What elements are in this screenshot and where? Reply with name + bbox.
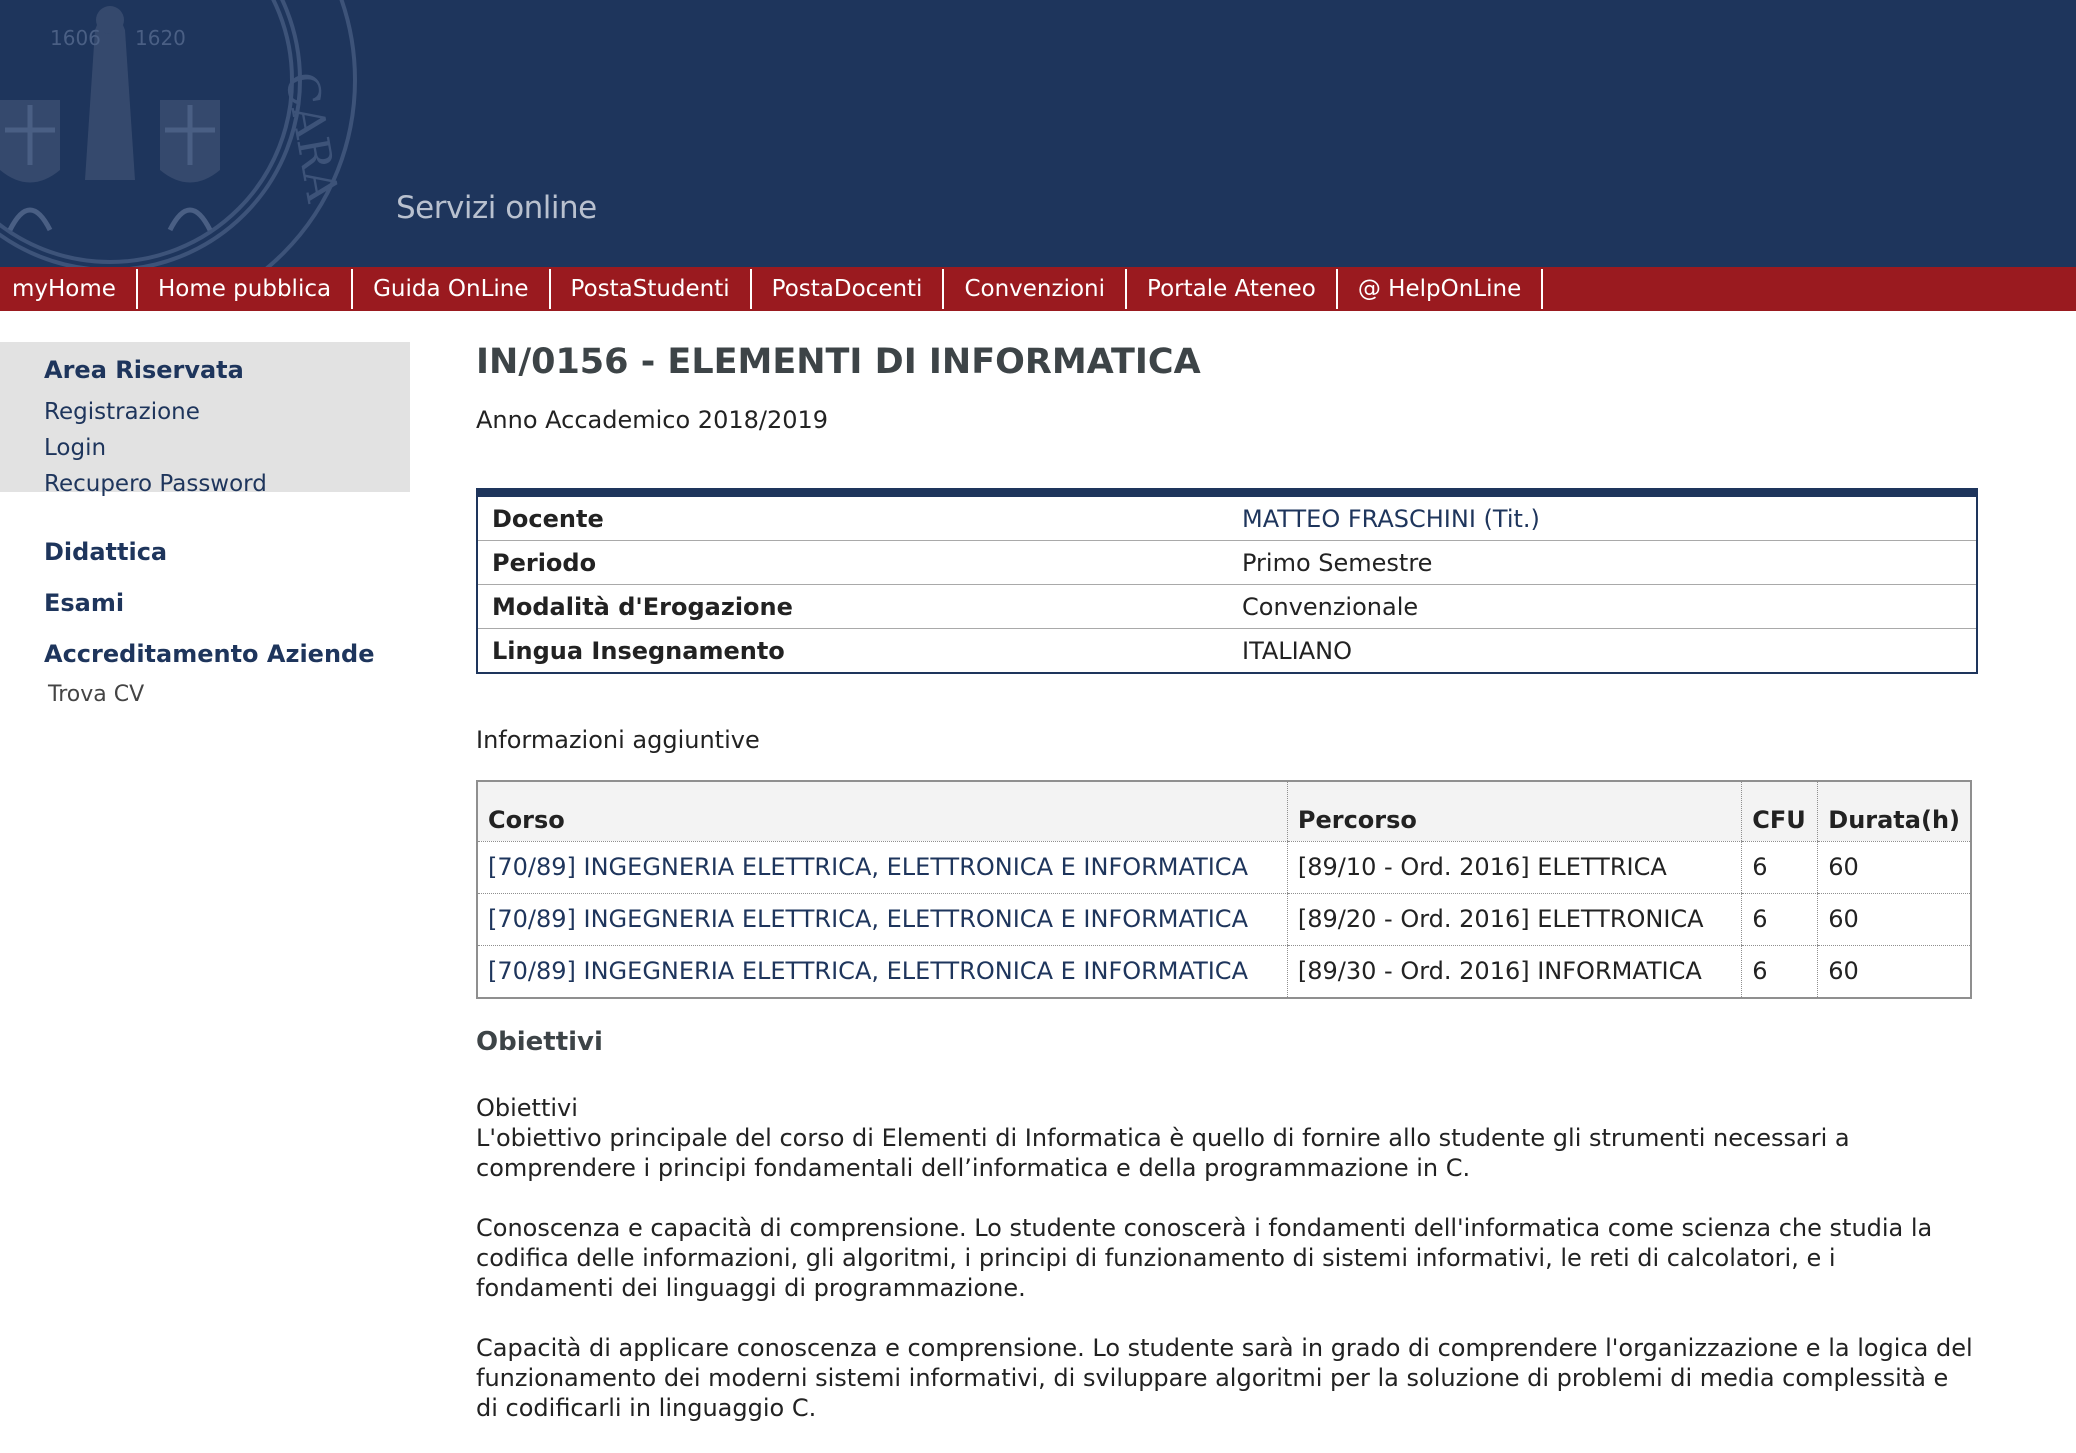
column-header-corso: Corso [476,781,1288,842]
objectives-section-title: Obiettivi [476,1026,603,1057]
info-label: Modalità d'Erogazione [477,584,1228,629]
info-row-docente: Docente MATTEO FRASCHINI (Tit.) [477,492,1977,541]
info-value: Primo Semestre [1228,540,1977,585]
svg-text:CARA: CARA [275,68,348,206]
docente-link[interactable]: MATTEO FRASCHINI (Tit.) [1228,492,1977,541]
main-navigation: myHome Home pubblica Guida OnLine PostaS… [0,267,2076,311]
table-header-row: Corso Percorso CFU Durata(h) [476,781,1971,842]
table-row: [70/89] INGEGNERIA ELETTRICA, ELETTRONIC… [476,945,1971,998]
percorso-cell: [89/30 - Ord. 2016] INFORMATICA [1286,945,1742,998]
site-header: STVDIORVM CARA 1606 1620 Servizi online [0,0,2076,267]
info-label: Docente [477,492,1228,541]
durata-cell: 60 [1817,841,1971,894]
nav-posta-docenti[interactable]: PostaDocenti [752,269,945,309]
course-table: Corso Percorso CFU Durata(h) [70/89] ING… [476,780,1972,999]
sidebar-link-login[interactable]: Login [44,430,410,466]
main-content: IN/0156 - ELEMENTI DI INFORMATICA Anno A… [476,342,1978,1453]
informazioni-aggiuntive-label: Informazioni aggiuntive [476,726,760,754]
sidebar-trova-cv[interactable]: Trova CV [44,677,410,713]
info-value: Convenzionale [1228,584,1977,629]
corso-link[interactable]: [70/89] INGEGNERIA ELETTRICA, ELETTRONIC… [476,945,1288,998]
sidebar-accreditamento-aziende[interactable]: Accreditamento Aziende [44,640,410,668]
percorso-cell: [89/20 - Ord. 2016] ELETTRONICA [1286,893,1742,946]
sidebar-area-riservata[interactable]: Area Riservata [44,356,410,384]
info-row-lingua: Lingua Insegnamento ITALIANO [477,629,1977,674]
table-row: [70/89] INGEGNERIA ELETTRICA, ELETTRONIC… [476,841,1971,894]
area-riservata-box: Area Riservata Registrazione Login Recup… [0,342,410,497]
nav-guida-online[interactable]: Guida OnLine [353,269,551,309]
sidebar-link-recupero-password[interactable]: Recupero Password [44,466,410,502]
info-label: Periodo [477,540,1228,585]
column-header-percorso: Percorso [1286,781,1742,842]
sidebar-esami[interactable]: Esami [44,589,410,617]
corso-link[interactable]: [70/89] INGEGNERIA ELETTRICA, ELETTRONIC… [476,893,1288,946]
site-title: Servizi online [396,190,597,226]
info-row-modalita: Modalità d'Erogazione Convenzionale [477,584,1977,629]
objectives-paragraph: Capacità di applicare conoscenza e compr… [476,1333,1973,1422]
page-title: IN/0156 - ELEMENTI DI INFORMATICA [476,342,1201,382]
cfu-cell: 6 [1741,893,1818,946]
info-label: Lingua Insegnamento [492,636,785,665]
sidebar: Area Riservata Registrazione Login Recup… [0,342,410,713]
info-value: ITALIANO [1242,636,1353,665]
sidebar-link-registrazione[interactable]: Registrazione [44,394,410,430]
cfu-cell: 6 [1741,841,1818,894]
sidebar-didattica[interactable]: Didattica [44,538,410,566]
svg-text:1606: 1606 [50,26,101,50]
info-row-periodo: Periodo Primo Semestre [477,540,1977,585]
university-seal-logo: STVDIORVM CARA 1606 1620 [0,0,357,267]
column-header-cfu: CFU [1741,781,1818,842]
nav-posta-studenti[interactable]: PostaStudenti [551,269,752,309]
nav-home-pubblica[interactable]: Home pubblica [138,269,354,309]
durata-cell: 60 [1817,945,1971,998]
durata-cell: 60 [1817,893,1971,946]
academic-year: Anno Accademico 2018/2019 [476,406,829,434]
nav-convenzioni[interactable]: Convenzioni [944,269,1128,309]
percorso-cell: [89/10 - Ord. 2016] ELETTRICA [1286,841,1742,894]
objectives-paragraph: Conoscenza e capacità di comprensione. L… [476,1213,1933,1302]
nav-helponline[interactable]: @ HelpOnLine [1338,269,1544,309]
column-header-durata: Durata(h) [1817,781,1971,842]
cfu-cell: 6 [1741,945,1818,998]
svg-text:1620: 1620 [135,26,186,50]
corso-link[interactable]: [70/89] INGEGNERIA ELETTRICA, ELETTRONIC… [476,841,1288,894]
nav-portale-ateneo[interactable]: Portale Ateneo [1127,269,1338,309]
nav-myhome[interactable]: myHome [0,269,138,309]
table-row: [70/89] INGEGNERIA ELETTRICA, ELETTRONIC… [476,893,1971,946]
objectives-subheading: Obiettivi [476,1093,578,1122]
objectives-text: Obiettivi L'obiettivo principale del cor… [476,1093,1976,1423]
objectives-paragraph: L'obiettivo principale del corso di Elem… [476,1123,1850,1182]
course-info-table: Docente MATTEO FRASCHINI (Tit.) Periodo … [476,488,1978,674]
